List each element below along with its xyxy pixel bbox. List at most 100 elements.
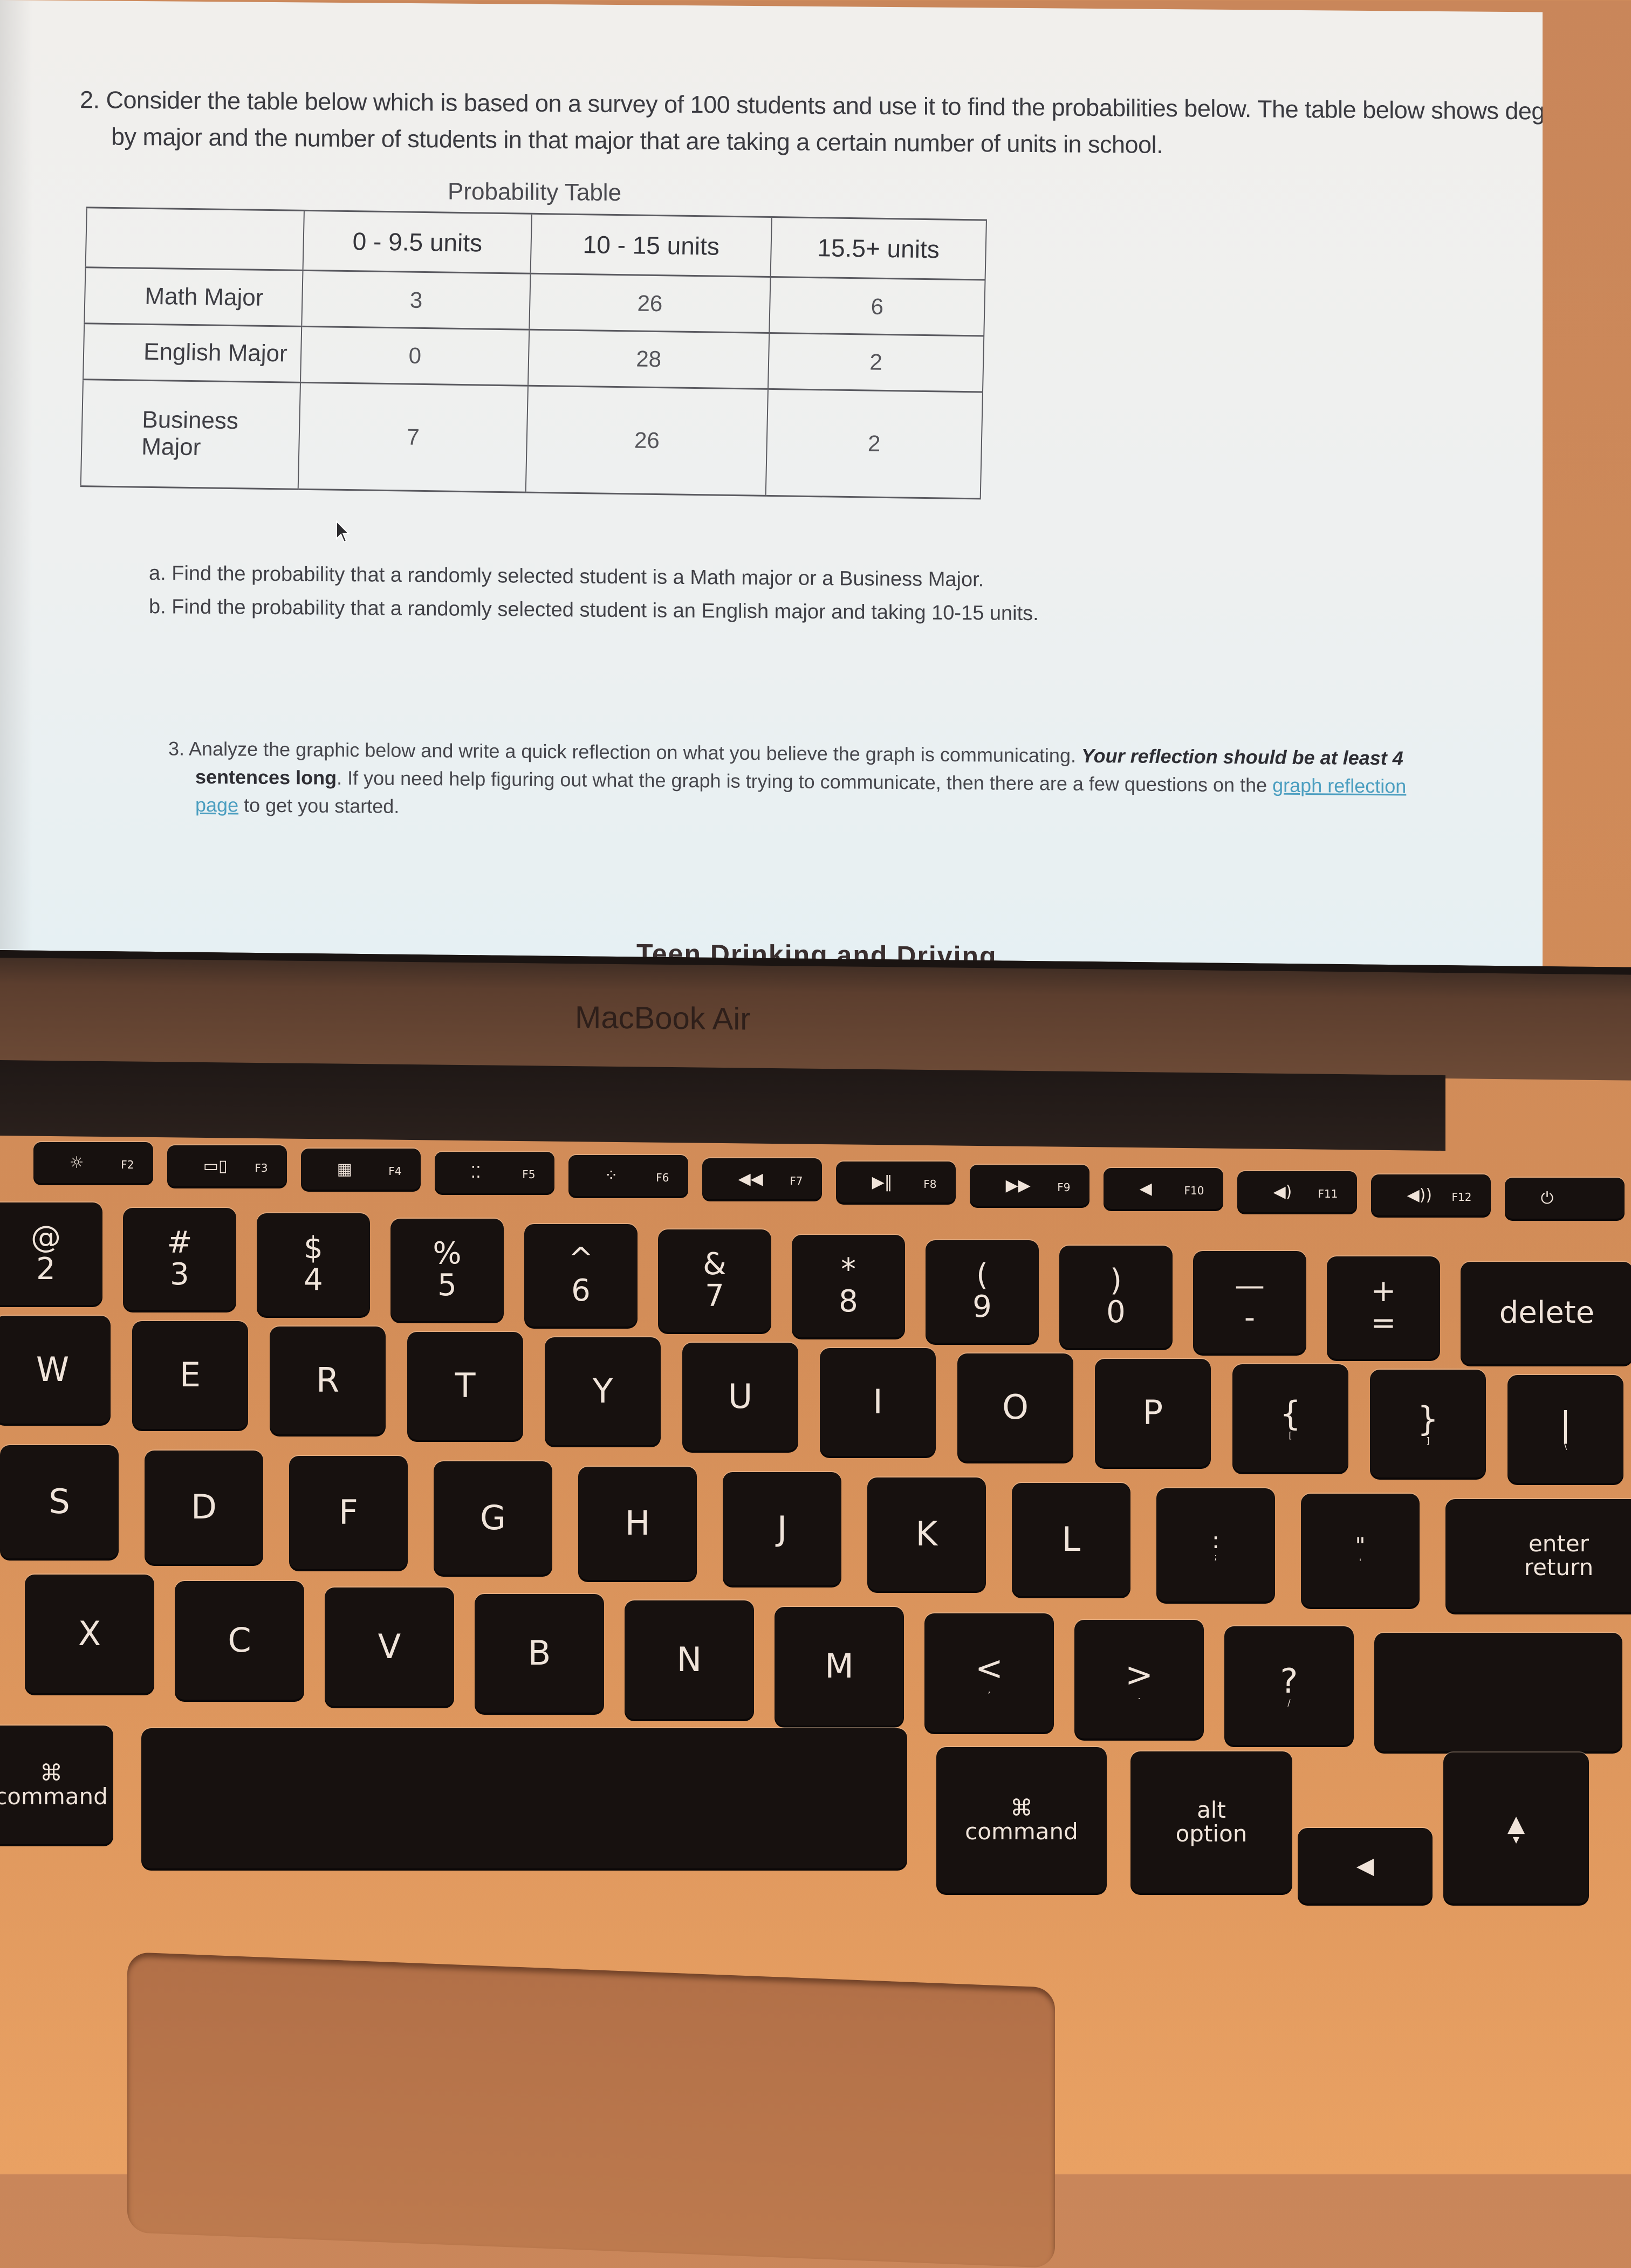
key-secondary-label: [ — [1289, 1430, 1292, 1441]
key-[interactable]: — - — [1193, 1251, 1306, 1353]
key-primary-label: E — [179, 1355, 201, 1395]
key-return[interactable]: enter return — [1445, 1499, 1631, 1612]
key-f[interactable]: F — [289, 1456, 408, 1569]
key-secondary-label: command — [0, 1783, 108, 1810]
key-d[interactable]: D — [145, 1451, 263, 1564]
function-key-icon: ▭▯ — [203, 1157, 228, 1176]
key-k[interactable]: K — [867, 1477, 986, 1591]
key-p[interactable]: P — [1095, 1359, 1211, 1467]
key-7[interactable]: & 7 — [658, 1229, 771, 1332]
key-n[interactable]: N — [625, 1600, 754, 1719]
question-3: 3. Analyze the graphic below and write a… — [168, 734, 1474, 829]
key-[interactable]: | \ — [1507, 1375, 1623, 1483]
key-[interactable]: ? / — [1224, 1626, 1354, 1745]
key-[interactable]: " ' — [1301, 1494, 1420, 1607]
key-primary-label: D — [191, 1487, 217, 1527]
key-[interactable]: + = — [1327, 1256, 1440, 1359]
key-f6[interactable]: ⁘ F6 — [568, 1155, 688, 1196]
question-2-line-1: 2. Consider the table below which is bas… — [80, 86, 1543, 126]
key-f3[interactable]: ▭▯ F3 — [167, 1145, 287, 1186]
key-blank[interactable] — [1374, 1633, 1622, 1751]
key-l[interactable]: L — [1012, 1483, 1130, 1596]
key-3[interactable]: #3 — [123, 1208, 236, 1310]
key-command[interactable]: ⌘ command — [936, 1747, 1107, 1893]
key-i[interactable]: I — [820, 1348, 936, 1456]
screen-shading — [0, 0, 32, 950]
key-6[interactable]: ^ 6 — [524, 1224, 638, 1327]
trackpad[interactable] — [127, 1952, 1055, 2268]
key-[interactable]: ▲ ▼ — [1443, 1752, 1589, 1903]
key-[interactable]: }] — [1370, 1370, 1486, 1477]
key-blank[interactable]: ⏻ — [1505, 1178, 1625, 1219]
key-f9[interactable]: ▶▶ F9 — [970, 1165, 1089, 1206]
key-f4[interactable]: ▦ F4 — [301, 1149, 421, 1190]
key-2[interactable]: @2 — [0, 1202, 102, 1305]
key-m[interactable]: M — [775, 1607, 904, 1726]
key-w[interactable]: W — [0, 1316, 111, 1424]
function-key-label: F6 — [656, 1171, 669, 1185]
function-key-label: F7 — [790, 1174, 803, 1188]
key-h[interactable]: H — [578, 1467, 697, 1580]
key-o[interactable]: O — [957, 1353, 1073, 1461]
key-primary-label: U — [728, 1377, 753, 1417]
key-j[interactable]: J — [723, 1472, 841, 1585]
function-key-label: F2 — [121, 1158, 134, 1172]
function-key-icon: ⏻ — [1540, 1189, 1554, 1208]
key-[interactable]: :; — [1156, 1488, 1275, 1602]
key-secondary-label: delete — [1499, 1295, 1595, 1330]
key-s[interactable]: S — [0, 1445, 119, 1558]
function-key-label: F3 — [255, 1162, 268, 1175]
key-delete[interactable]: delete — [1461, 1262, 1631, 1364]
key-f10[interactable]: ◀ F10 — [1104, 1168, 1223, 1209]
key-e[interactable]: E — [132, 1321, 248, 1429]
graph-reflection-page-link[interactable]: page — [195, 794, 238, 816]
key-y[interactable]: Y — [545, 1337, 661, 1445]
table-row: Business Major 7 26 2 — [80, 379, 983, 499]
key-f5[interactable]: ⁚⁚ F5 — [435, 1152, 554, 1193]
key-primary-label: W — [36, 1350, 70, 1390]
key-[interactable]: <, — [924, 1613, 1054, 1732]
key-blank[interactable] — [141, 1728, 907, 1868]
key-[interactable]: ◀ — [1298, 1828, 1433, 1903]
key-f2[interactable]: ☼ F2 — [33, 1142, 153, 1183]
key-primary-label: enter — [1528, 1530, 1589, 1557]
key-command[interactable]: ⌘ command — [0, 1726, 113, 1844]
key-secondary-label: 3 — [170, 1257, 189, 1292]
key-primary-label: C — [228, 1620, 251, 1660]
key-secondary-label: 9 — [972, 1289, 992, 1324]
key-8[interactable]: * 8 — [792, 1235, 905, 1337]
graph-reflection-link[interactable]: graph reflection — [1272, 774, 1406, 798]
key-[interactable]: {[ — [1232, 1364, 1348, 1472]
key-4[interactable]: $4 — [257, 1213, 370, 1316]
key-f7[interactable]: ◀◀ F7 — [702, 1158, 822, 1199]
key-5[interactable]: % 5 — [390, 1219, 504, 1321]
key-g[interactable]: G — [434, 1461, 552, 1575]
key-0[interactable]: ) 0 — [1059, 1246, 1173, 1348]
key-secondary-label: - — [1244, 1300, 1256, 1335]
key-primary-label: ? — [1280, 1661, 1298, 1701]
key-secondary-label: \ — [1564, 1441, 1567, 1452]
key-t[interactable]: T — [407, 1332, 523, 1440]
table-cell: 6 — [769, 277, 985, 336]
question-3-text-2: . If you need help figuring out what the… — [337, 766, 1267, 796]
key-[interactable]: >. — [1074, 1620, 1204, 1738]
question-2-line-2: by major and the number of students in t… — [111, 122, 1163, 159]
key-9[interactable]: (9 — [926, 1240, 1039, 1343]
table-cell: 2 — [767, 333, 984, 392]
key-u[interactable]: U — [682, 1343, 798, 1451]
key-primary-label: # — [167, 1225, 193, 1261]
table-cell: 7 — [298, 382, 529, 493]
key-f8[interactable]: ▶‖ F8 — [836, 1162, 956, 1202]
key-c[interactable]: C — [175, 1581, 304, 1700]
key-v[interactable]: V — [325, 1587, 454, 1706]
key-r[interactable]: R — [270, 1327, 386, 1434]
key-f11[interactable]: ◀) F11 — [1237, 1171, 1357, 1212]
key-x[interactable]: X — [25, 1575, 154, 1693]
key-b[interactable]: B — [475, 1594, 604, 1713]
key-f12[interactable]: ◀)) F12 — [1371, 1174, 1491, 1215]
function-key-icon: ▦ — [337, 1160, 352, 1179]
key-primary-label: > — [1125, 1655, 1153, 1695]
key-primary-label: | — [1560, 1405, 1571, 1445]
key-secondary-label: , — [988, 1685, 991, 1695]
key-option[interactable]: alt option — [1130, 1751, 1292, 1893]
